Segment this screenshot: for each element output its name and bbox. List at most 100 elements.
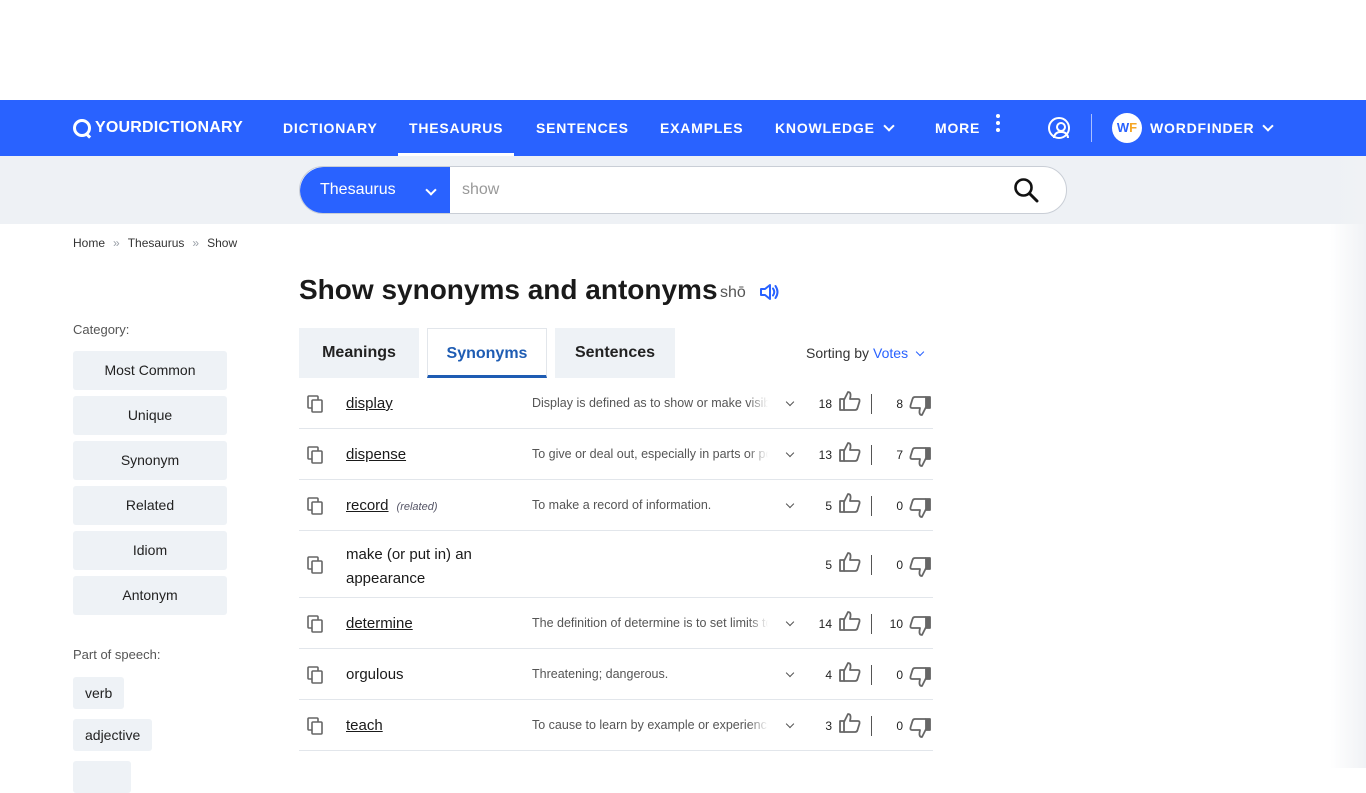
- nav-divider: [1091, 114, 1092, 142]
- category-unique[interactable]: Unique: [73, 396, 227, 435]
- thumbs-up-icon[interactable]: [838, 492, 862, 514]
- search-box: Thesaurus: [299, 166, 1067, 214]
- wordfinder-logo-w: W: [1116, 120, 1130, 135]
- upvote-count: 14: [818, 617, 832, 631]
- logo-icon: [73, 119, 91, 137]
- breadcrumb-home[interactable]: Home: [73, 236, 105, 250]
- nav-item-wordfinder[interactable]: WORDFINDER: [1150, 100, 1275, 156]
- nav-item-sentences[interactable]: SENTENCES: [536, 100, 629, 156]
- chevron-down-icon[interactable]: [785, 668, 795, 678]
- nav-item-more[interactable]: MORE: [935, 100, 1001, 156]
- category-related[interactable]: Related: [73, 486, 227, 525]
- vote-divider: [871, 394, 872, 414]
- synonym-row: determine The definition of determine is …: [299, 598, 933, 649]
- thumbs-up-icon[interactable]: [838, 390, 862, 412]
- synonym-tag: (related): [396, 501, 438, 513]
- synonym-definition: To cause to learn by example or experien…: [532, 718, 768, 732]
- search-icon[interactable]: [1013, 177, 1039, 203]
- nav-item-knowledge-label: KNOWLEDGE: [775, 120, 875, 136]
- downvote-count: 7: [896, 448, 903, 462]
- thumbs-up-icon[interactable]: [838, 712, 862, 734]
- synonym-definition: Threatening; dangerous.: [532, 667, 768, 681]
- upvote-count: 13: [818, 448, 832, 462]
- thumbs-up-icon[interactable]: [838, 441, 862, 463]
- thumbs-down-icon[interactable]: [908, 395, 932, 417]
- copy-icon[interactable]: [307, 717, 323, 735]
- upvote-count: 5: [825, 499, 832, 513]
- search-bar-area: Thesaurus: [0, 156, 1366, 224]
- sorting-label: Sorting by: [806, 345, 870, 361]
- synonym-word-text: display: [346, 395, 393, 412]
- thumbs-up-icon[interactable]: [838, 661, 862, 683]
- breadcrumb-thesaurus[interactable]: Thesaurus: [128, 236, 185, 250]
- downvote-count: 10: [889, 617, 903, 631]
- thumbs-up-icon[interactable]: [838, 610, 862, 632]
- category-synonym[interactable]: Synonym: [73, 441, 227, 480]
- upvote-count: 4: [825, 668, 832, 682]
- thumbs-down-icon[interactable]: [908, 497, 932, 519]
- thumbs-up-icon[interactable]: [838, 551, 862, 573]
- synonym-word-text: teach: [346, 717, 383, 734]
- breadcrumb-separator: »: [192, 236, 200, 250]
- thumbs-down-icon[interactable]: [908, 717, 932, 739]
- copy-icon[interactable]: [307, 395, 323, 413]
- top-blank-area: [0, 0, 1366, 100]
- synonym-word[interactable]: make (or put in) an appearance: [346, 543, 496, 591]
- nav-item-dictionary[interactable]: DICTIONARY: [283, 100, 378, 156]
- chevron-down-icon[interactable]: [785, 448, 795, 458]
- wordfinder-logo-f: F: [1129, 120, 1138, 135]
- category-antonym[interactable]: Antonym: [73, 576, 227, 615]
- synonym-definition: Display is defined as to show or make vi…: [532, 396, 768, 410]
- synonym-row: make (or put in) an appearance 5 0: [299, 531, 933, 598]
- pos-verb[interactable]: verb: [73, 677, 125, 709]
- user-account-icon[interactable]: [1048, 117, 1070, 139]
- synonym-word-text: make (or put in) an appearance: [346, 546, 472, 587]
- nav-item-thesaurus[interactable]: THESAURUS: [397, 100, 515, 156]
- copy-icon[interactable]: [307, 497, 323, 515]
- thumbs-down-icon[interactable]: [908, 446, 932, 468]
- thumbs-down-icon[interactable]: [908, 615, 932, 637]
- category-idiom[interactable]: Idiom: [73, 531, 227, 570]
- pos-more[interactable]: [73, 761, 131, 793]
- copy-icon[interactable]: [307, 556, 323, 574]
- search-category-select[interactable]: Thesaurus: [300, 167, 450, 213]
- synonym-word[interactable]: teach: [346, 717, 383, 734]
- sorting-control[interactable]: Sorting by Votes: [806, 345, 925, 361]
- chevron-down-icon[interactable]: [785, 617, 795, 627]
- thumbs-down-icon[interactable]: [908, 666, 932, 688]
- synonym-definition: To give or deal out, especially in parts…: [532, 447, 768, 461]
- page-title: Show synonyms and antonyms: [299, 274, 718, 305]
- chevron-down-icon[interactable]: [785, 719, 795, 729]
- chevron-down-icon[interactable]: [785, 397, 795, 407]
- tab-sentences[interactable]: Sentences: [555, 328, 675, 378]
- nav-item-knowledge[interactable]: KNOWLEDGE: [775, 100, 895, 156]
- speaker-icon[interactable]: [759, 283, 779, 301]
- category-most-common[interactable]: Most Common: [73, 351, 227, 390]
- downvote-count: 0: [896, 668, 903, 682]
- synonym-word[interactable]: orgulous: [346, 666, 404, 683]
- synonym-row: dispense To give or deal out, especially …: [299, 429, 933, 480]
- nav-item-examples[interactable]: EXAMPLES: [660, 100, 743, 156]
- right-edge-shade: [1330, 156, 1366, 768]
- breadcrumb: Home » Thesaurus » Show: [73, 236, 237, 250]
- copy-icon[interactable]: [307, 446, 323, 464]
- synonym-word[interactable]: determine: [346, 615, 413, 632]
- synonym-word-text: dispense: [346, 446, 407, 463]
- tab-synonyms[interactable]: Synonyms: [427, 328, 547, 378]
- pos-adjective[interactable]: adjective: [73, 719, 153, 751]
- site-logo[interactable]: YOURDICTIONARY: [73, 118, 243, 138]
- synonym-word[interactable]: display: [346, 395, 393, 412]
- wordfinder-logo-icon[interactable]: WF: [1112, 113, 1142, 143]
- search-category-label: Thesaurus: [320, 181, 396, 198]
- copy-icon[interactable]: [307, 615, 323, 633]
- tab-meanings[interactable]: Meanings: [299, 328, 419, 378]
- chevron-down-icon[interactable]: [785, 499, 795, 509]
- synonym-row: display Display is defined as to show or …: [299, 378, 933, 429]
- synonym-row: record (related) To make a record of infor…: [299, 480, 933, 531]
- search-input[interactable]: [462, 167, 1002, 213]
- synonym-word[interactable]: record (related): [346, 497, 438, 514]
- part-of-speech-label: Part of speech:: [73, 647, 161, 662]
- thumbs-down-icon[interactable]: [908, 556, 932, 578]
- copy-icon[interactable]: [307, 666, 323, 684]
- synonym-word[interactable]: dispense: [346, 446, 406, 463]
